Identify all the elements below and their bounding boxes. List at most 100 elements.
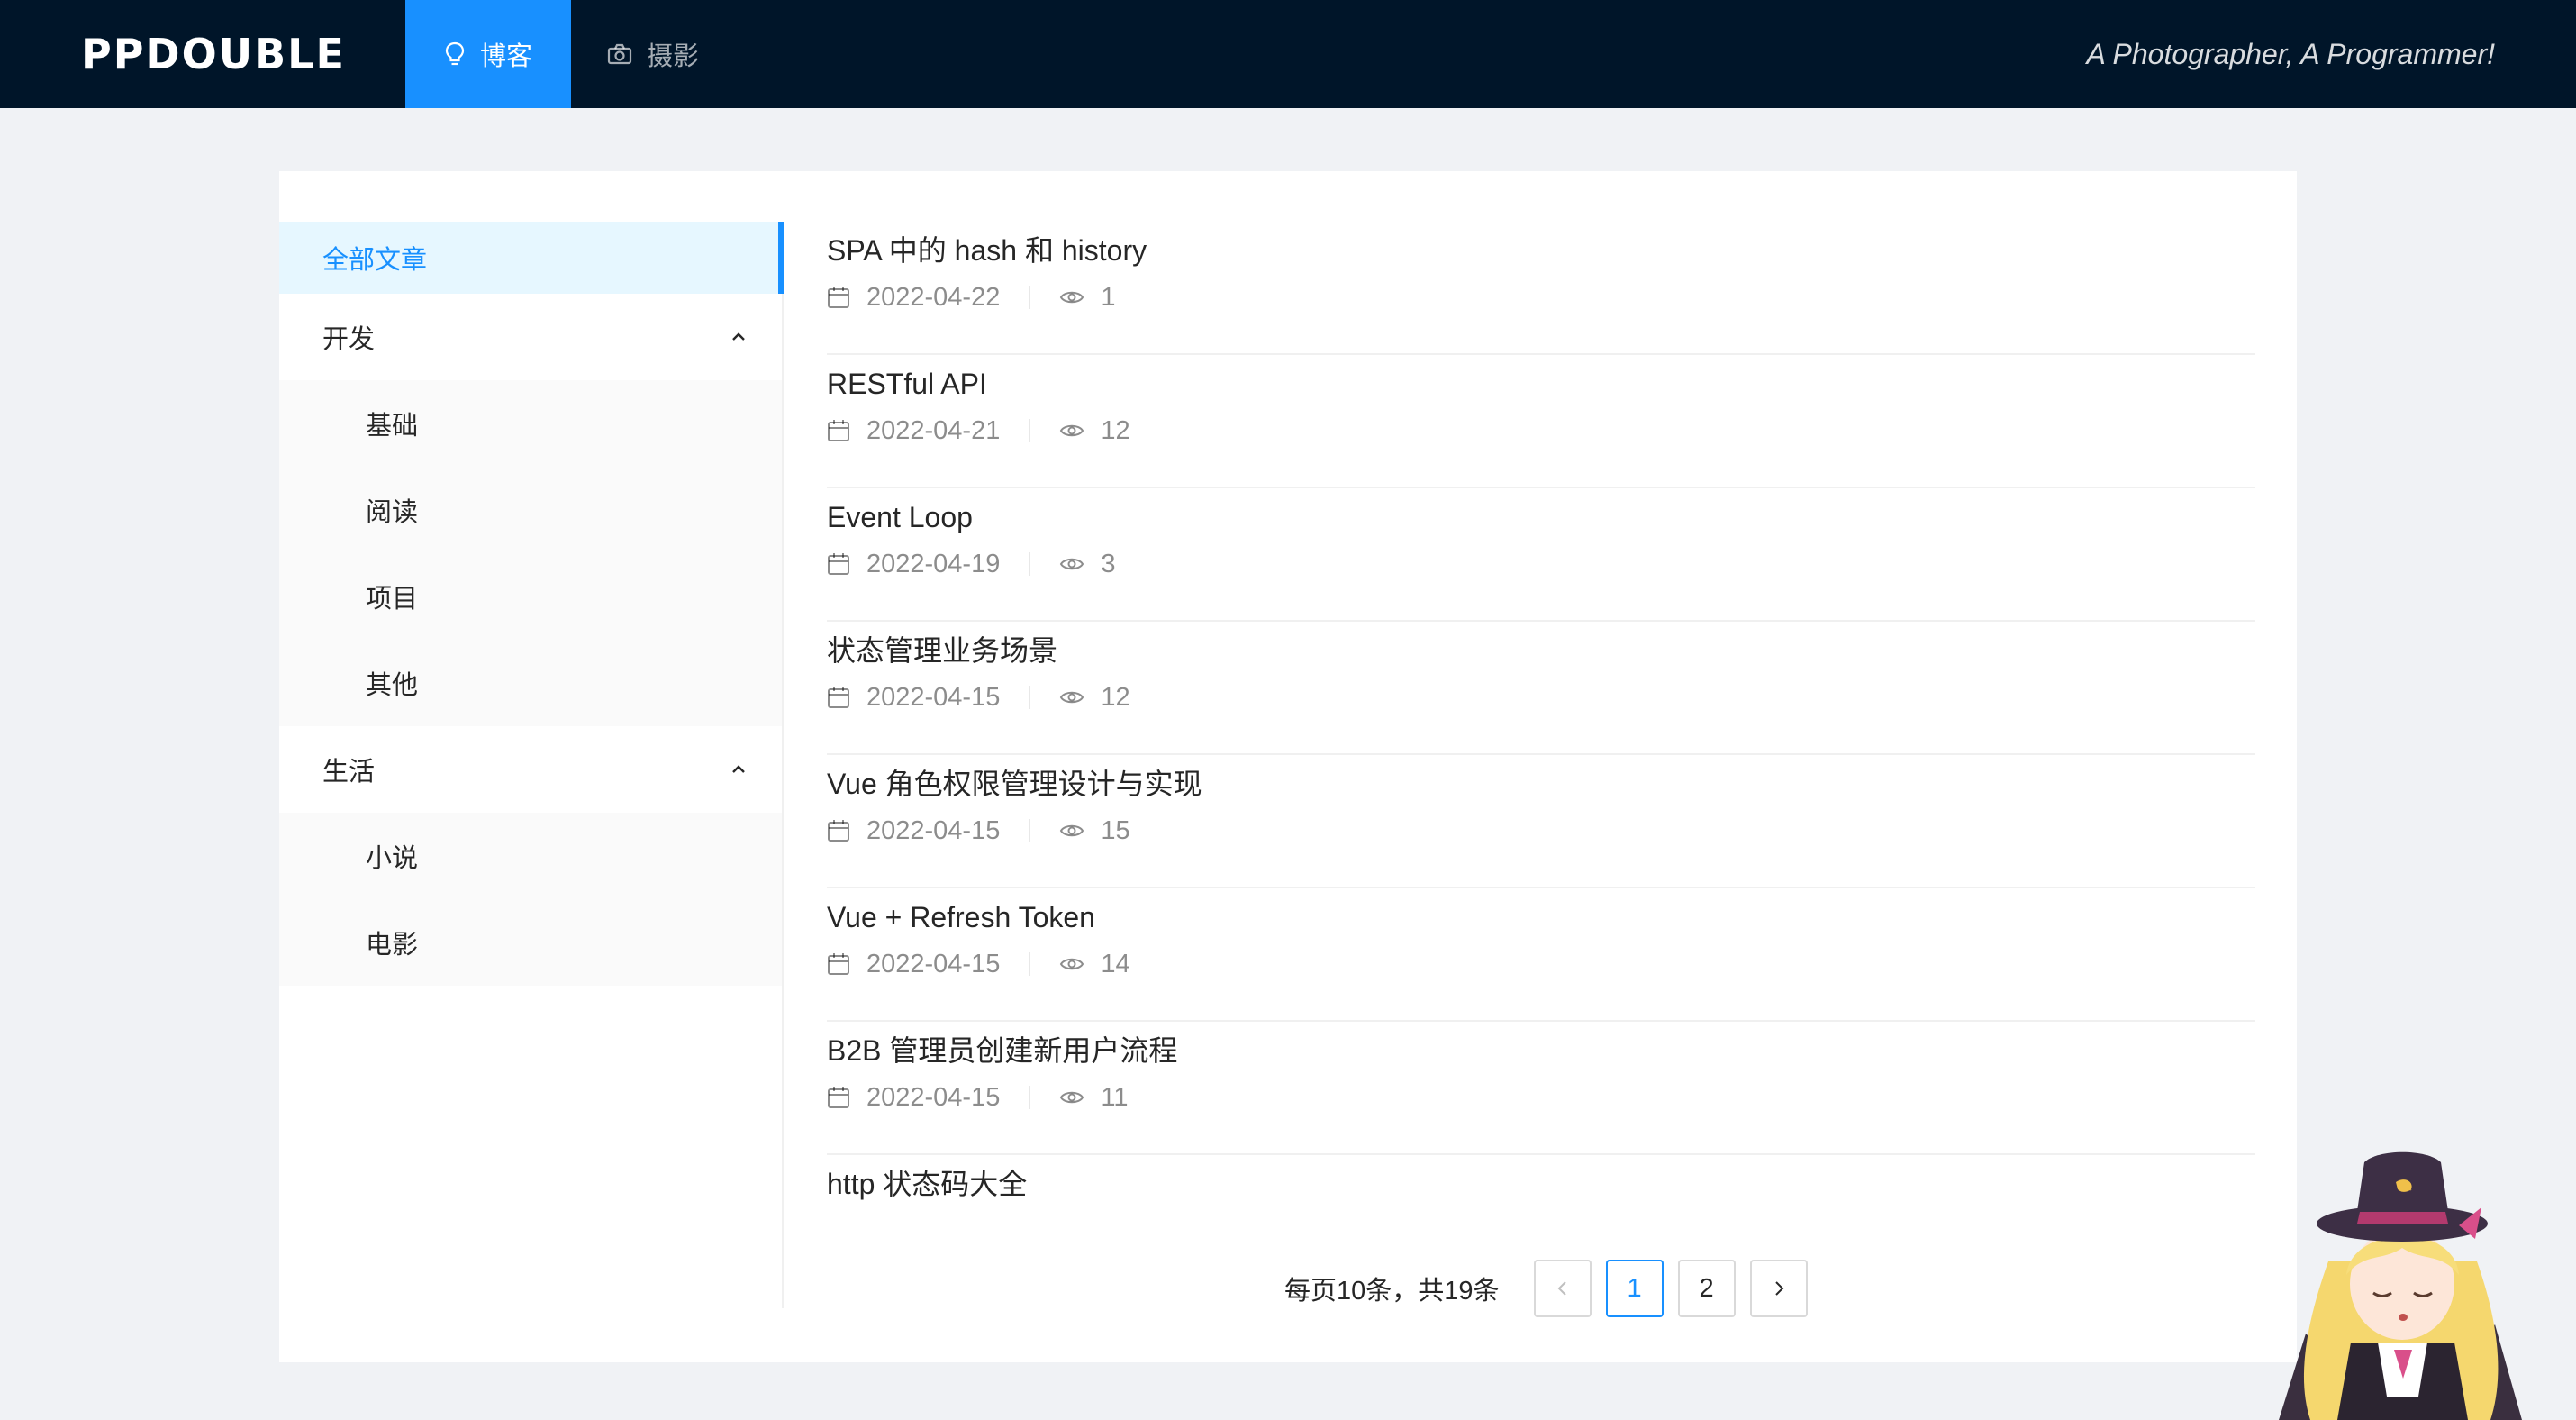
article-meta: 2022-04-21 12 bbox=[827, 413, 2255, 449]
category-sidebar: 全部文章 开发 基础 阅读 项目 其他 生活 小说 电影 bbox=[279, 222, 784, 1308]
sidebar-item-movies[interactable]: 电影 bbox=[279, 899, 782, 986]
submenu-label: 生活 bbox=[322, 758, 376, 787]
calendar-icon bbox=[828, 553, 849, 575]
sidebar-item-all-articles[interactable]: 全部文章 bbox=[279, 222, 784, 294]
next-page-button[interactable] bbox=[1749, 1260, 1808, 1317]
eye-icon bbox=[1060, 291, 1084, 304]
chevron-up-icon bbox=[732, 332, 745, 341]
article-date: 2022-04-15 bbox=[866, 815, 1001, 845]
sidebar-item-label: 项目 bbox=[366, 585, 419, 614]
article-list-item: B2B 管理员创建新用户流程 2022-04-15 11 bbox=[827, 1022, 2255, 1155]
sidebar-item-novels[interactable]: 小说 bbox=[279, 813, 782, 899]
article-views: 11 bbox=[1101, 1082, 1129, 1112]
article-views: 15 bbox=[1101, 815, 1130, 845]
site-tagline: A Photographer, A Programmer! bbox=[2086, 37, 2495, 70]
article-title[interactable]: RESTful API bbox=[827, 364, 2255, 404]
right-icon bbox=[1774, 1281, 1783, 1296]
sidebar-item-reading[interactable]: 阅读 bbox=[279, 467, 782, 553]
article-date: 2022-04-22 bbox=[866, 282, 1001, 312]
calendar-icon bbox=[828, 953, 849, 975]
pagination-total: 每页10条，共19条 bbox=[1284, 1277, 1500, 1306]
article-list-item: 状态管理业务场景 2022-04-15 12 bbox=[827, 622, 2255, 755]
chevron-up-icon bbox=[732, 765, 745, 773]
article-views: 12 bbox=[1101, 415, 1130, 445]
meta-divider bbox=[1029, 286, 1031, 309]
article-list-item: http 状态码大全 bbox=[827, 1155, 2255, 1245]
camera-icon bbox=[607, 43, 632, 65]
article-meta: 2022-04-15 14 bbox=[827, 946, 2255, 982]
article-list: SPA 中的 hash 和 history 2022-04-22 1 RESTful … bbox=[827, 222, 2255, 1245]
eye-icon bbox=[1060, 424, 1084, 437]
article-meta: 2022-04-22 1 bbox=[827, 279, 2255, 315]
sidebar-item-label: 阅读 bbox=[366, 498, 419, 527]
bulb-icon bbox=[445, 41, 465, 66]
content-card: 全部文章 开发 基础 阅读 项目 其他 生活 小说 电影 SPA 中的 hash… bbox=[279, 171, 2297, 1362]
meta-divider bbox=[1029, 1086, 1031, 1109]
sidebar-item-label: 小说 bbox=[366, 844, 419, 873]
sidebar-item-projects[interactable]: 项目 bbox=[279, 553, 782, 640]
article-date: 2022-04-15 bbox=[866, 949, 1001, 979]
article-list-item: Vue 角色权限管理设计与实现 2022-04-15 15 bbox=[827, 755, 2255, 888]
article-views: 12 bbox=[1101, 682, 1130, 712]
eye-icon bbox=[1060, 824, 1084, 837]
article-views: 3 bbox=[1101, 549, 1116, 578]
calendar-icon bbox=[828, 287, 849, 308]
meta-divider bbox=[1029, 686, 1031, 709]
article-title[interactable]: Vue + Refresh Token bbox=[827, 897, 2255, 937]
eye-icon bbox=[1060, 691, 1084, 704]
article-list-item: Event Loop 2022-04-19 3 bbox=[827, 488, 2255, 622]
page-button-1[interactable]: 1 bbox=[1605, 1260, 1664, 1317]
sidebar-item-label: 基础 bbox=[366, 412, 419, 441]
calendar-icon bbox=[828, 687, 849, 708]
article-list-item: SPA 中的 hash 和 history 2022-04-22 1 bbox=[827, 222, 2255, 355]
submenu-life: 小说 电影 bbox=[279, 813, 782, 986]
article-date: 2022-04-15 bbox=[866, 1082, 1001, 1112]
article-meta: 2022-04-15 11 bbox=[827, 1079, 2255, 1115]
calendar-icon bbox=[828, 820, 849, 842]
left-icon bbox=[1557, 1281, 1566, 1296]
article-views: 1 bbox=[1101, 282, 1116, 312]
article-meta: 2022-04-15 12 bbox=[827, 679, 2255, 715]
main-nav: 博客 摄影 bbox=[405, 0, 735, 108]
anime-mascot-image[interactable] bbox=[2243, 1126, 2558, 1420]
eye-icon bbox=[1060, 1091, 1084, 1104]
article-date: 2022-04-15 bbox=[866, 682, 1001, 712]
meta-divider bbox=[1029, 419, 1031, 442]
eye-icon bbox=[1060, 958, 1084, 970]
nav-item-blog[interactable]: 博客 bbox=[405, 0, 571, 108]
article-title[interactable]: Event Loop bbox=[827, 497, 2255, 537]
article-date: 2022-04-19 bbox=[866, 549, 1001, 578]
sidebar-item-basics[interactable]: 基础 bbox=[279, 380, 782, 467]
article-title[interactable]: Vue 角色权限管理设计与实现 bbox=[827, 764, 2255, 804]
nav-item-photography[interactable]: 摄影 bbox=[571, 0, 735, 108]
nav-label-photography: 摄影 bbox=[647, 42, 700, 71]
meta-divider bbox=[1029, 952, 1031, 976]
sidebar-item-label: 电影 bbox=[366, 931, 419, 960]
sidebar-item-label: 其他 bbox=[366, 671, 419, 700]
article-title[interactable]: http 状态码大全 bbox=[827, 1164, 2255, 1204]
article-views: 14 bbox=[1101, 949, 1130, 979]
page-button-2[interactable]: 2 bbox=[1677, 1260, 1736, 1317]
eye-icon bbox=[1060, 558, 1084, 570]
prev-page-button[interactable] bbox=[1533, 1260, 1592, 1317]
article-list-item: RESTful API 2022-04-21 12 bbox=[827, 355, 2255, 488]
article-title[interactable]: B2B 管理员创建新用户流程 bbox=[827, 1031, 2255, 1070]
meta-divider bbox=[1029, 552, 1031, 576]
article-meta: 2022-04-15 15 bbox=[827, 813, 2255, 849]
sidebar-item-others[interactable]: 其他 bbox=[279, 640, 782, 726]
submenu-title-life[interactable]: 生活 bbox=[279, 726, 782, 813]
submenu-dev: 基础 阅读 项目 其他 bbox=[279, 380, 782, 726]
top-header: PPDOUBLE 博客 摄影 A Photographer, A Program… bbox=[0, 0, 2576, 108]
article-list-item: Vue + Refresh Token 2022-04-15 14 bbox=[827, 888, 2255, 1022]
site-logo[interactable]: PPDOUBLE bbox=[81, 25, 346, 83]
nav-label-blog: 博客 bbox=[479, 42, 532, 71]
article-title[interactable]: SPA 中的 hash 和 history bbox=[827, 231, 2255, 270]
pagination: 每页10条，共19条 1 2 bbox=[1284, 1260, 1808, 1317]
meta-divider bbox=[1029, 819, 1031, 842]
sidebar-item-label: 全部文章 bbox=[322, 246, 428, 275]
article-date: 2022-04-21 bbox=[866, 415, 1001, 445]
article-meta: 2022-04-19 3 bbox=[827, 546, 2255, 582]
article-title[interactable]: 状态管理业务场景 bbox=[827, 631, 2255, 670]
submenu-title-dev[interactable]: 开发 bbox=[279, 294, 782, 380]
calendar-icon bbox=[828, 420, 849, 441]
